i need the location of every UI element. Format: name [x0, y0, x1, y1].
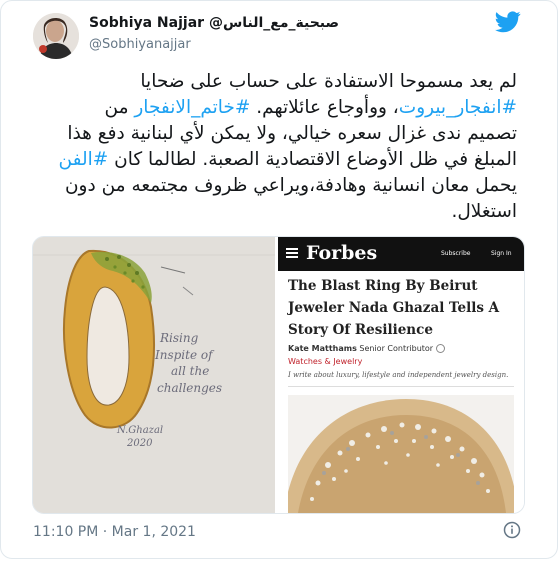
divider: [288, 386, 514, 387]
author-arabic-name[interactable]: @صبحية_مع_الناس: [209, 15, 339, 31]
sketch-text-2: Inspite of: [154, 348, 215, 362]
tweet-line-3: تصميم ندى غزال سعره خيالي، ولا يمكن لأي …: [67, 123, 517, 144]
avatar[interactable]: [33, 13, 79, 59]
sketch-signature: N.Ghazal: [116, 425, 163, 436]
menu-icon: [286, 248, 298, 250]
forbes-author: Kate Matthams Senior Contributor: [288, 344, 445, 353]
forbes-headline-line-3: Story Of Resilience: [288, 322, 433, 338]
info-circle-icon: [435, 344, 445, 353]
tweet-timestamp[interactable]: 11:10 PM · Mar 1, 2021: [33, 524, 196, 540]
tweet-text: لم يعد مسموحا الاستفادة على حساب على ضحا…: [45, 69, 517, 225]
ring-sketch-image[interactable]: Rising Inspite of all the challenges N.G…: [33, 237, 275, 513]
forbes-header-bar: Forbes Subscribe Sign In: [278, 237, 524, 271]
tweet-line-5: يحمل معان انسانية وهادفة،ويراعي ظروف مجت…: [64, 175, 517, 196]
tweet-card: Sobhiya Najjar @صبحية_مع_الناس @Sobhiyan…: [0, 0, 558, 559]
sketch-text-4: challenges: [157, 381, 222, 395]
hashtag-art[interactable]: #الفن: [59, 149, 109, 170]
info-icon[interactable]: [503, 521, 521, 539]
tweet-line-6: استغلال.: [451, 201, 517, 222]
forbes-headline-line-1: The Blast Ring By Beirut: [288, 278, 478, 294]
tweet-word-min: من: [104, 97, 129, 118]
forbes-description: I write about luxury, lifestyle and inde…: [288, 371, 509, 379]
ring-photo: [284, 395, 518, 513]
author-handle[interactable]: @Sobhiyanajjar: [89, 37, 191, 52]
twitter-bird-icon[interactable]: [495, 11, 521, 33]
tweet-line-4: المبلغ في ظل الأوضاع الاقتصادية الصعبة. …: [45, 147, 517, 173]
forbes-article-image[interactable]: Forbes Subscribe Sign In The Blast Ring …: [278, 237, 524, 513]
forbes-author-name: Kate Matthams: [288, 344, 357, 353]
tweet-line-2: #انفجار_بيروت، ووأوجاع عائلاتهم. #خاتم_ا…: [45, 95, 517, 121]
forbes-sign-in: Sign In: [491, 250, 512, 257]
tweet-media[interactable]: Rising Inspite of all the challenges N.G…: [32, 236, 525, 514]
forbes-headline-line-2: Jeweler Nada Ghazal Tells A: [288, 300, 500, 316]
hashtag-beirut-blast[interactable]: #انفجار_بيروت: [399, 97, 517, 118]
sketch-text-1: Rising: [159, 331, 199, 345]
author-name-line[interactable]: Sobhiya Najjar @صبحية_مع_الناس: [89, 15, 339, 31]
forbes-logo: Forbes: [306, 242, 378, 264]
sketch-year: 2020: [126, 438, 153, 449]
author-display-name[interactable]: Sobhiya Najjar: [89, 15, 204, 31]
tweet-line-1: لم يعد مسموحا الاستفادة على حساب على ضحا…: [140, 71, 517, 92]
forbes-headline: The Blast Ring By Beirut Jeweler Nada Gh…: [288, 275, 518, 341]
forbes-author-role: Senior Contributor: [359, 344, 434, 353]
forbes-category: Watches & Jewelry: [288, 357, 363, 366]
forbes-subscribe: Subscribe: [441, 250, 471, 257]
hashtag-blast-ring[interactable]: #خاتم_الانفجار: [134, 97, 250, 118]
tweet-line-2-text: ، ووأوجاع عائلاتهم.: [256, 97, 399, 118]
sketch-text-3: all the: [171, 364, 209, 378]
tweet-line-4-text: المبلغ في ظل الأوضاع الاقتصادية الصعبة. …: [114, 149, 517, 170]
